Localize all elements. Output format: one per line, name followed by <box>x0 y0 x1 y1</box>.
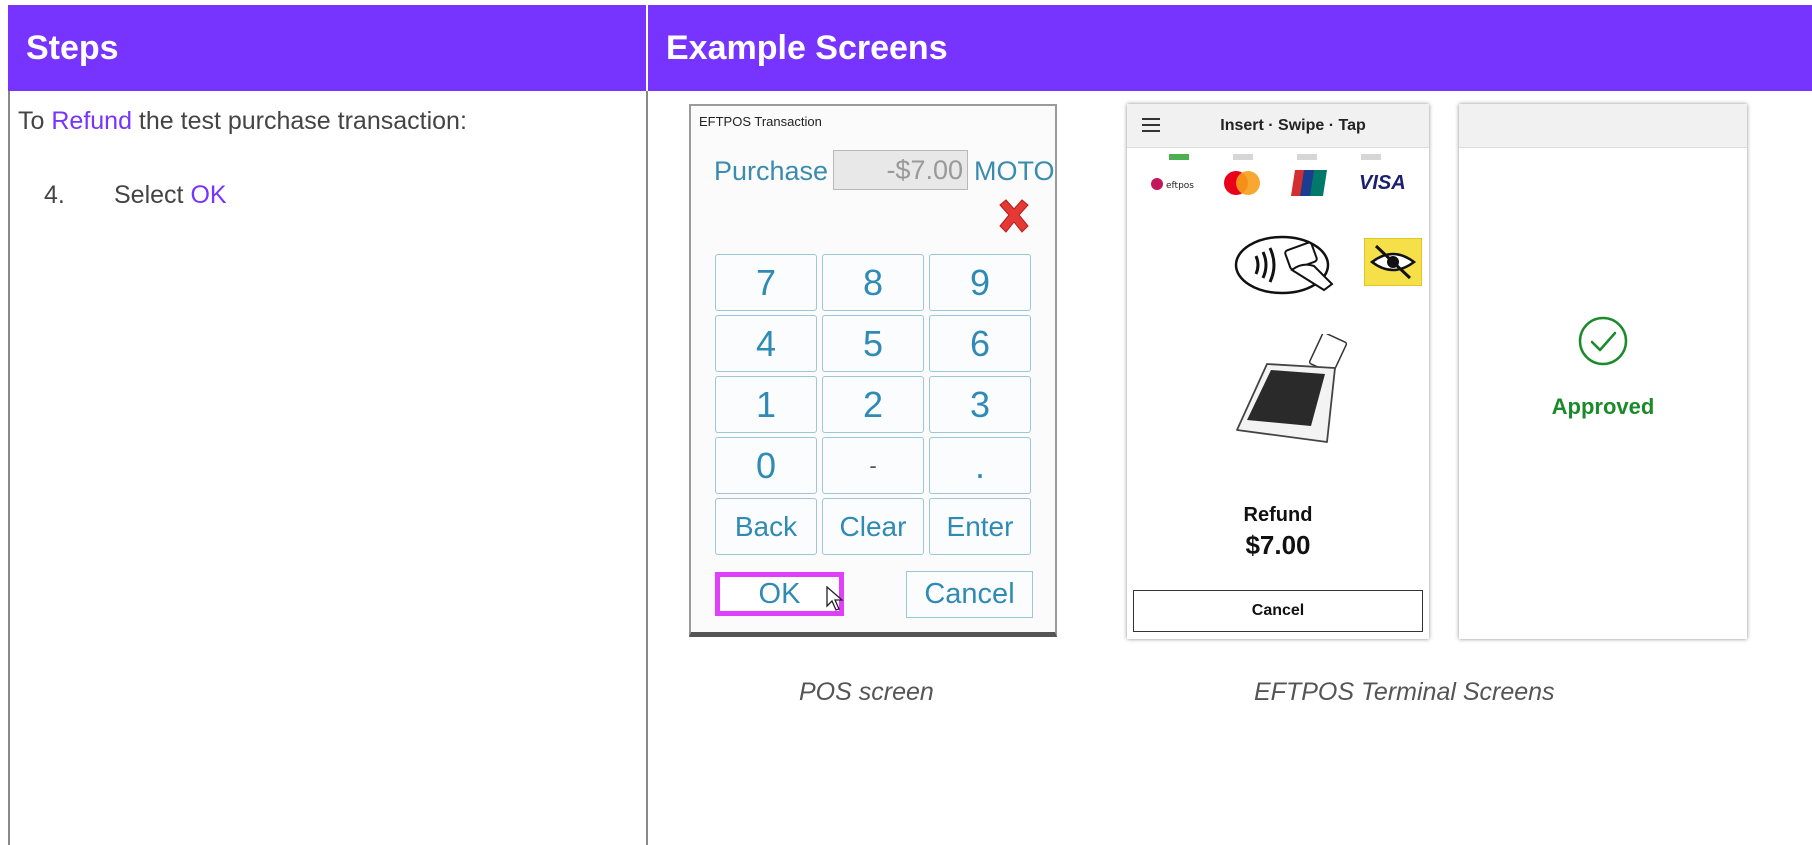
purchase-label: Purchase <box>714 156 829 186</box>
refund-link[interactable]: Refund <box>51 107 132 135</box>
amount-field[interactable]: -$7.00 <box>833 150 968 190</box>
steps-header: Steps <box>8 5 646 91</box>
refund-label: Refund <box>1243 504 1313 526</box>
keypad-key-clear[interactable]: Clear <box>822 498 924 555</box>
step-prefix: Select <box>114 181 191 209</box>
card-indicator-unionpay <box>1297 154 1317 160</box>
terminal-approved-screen: Approved <box>1459 104 1747 639</box>
intro-prefix: To <box>18 107 52 135</box>
card-indicator-mastercard <box>1233 154 1253 160</box>
card-indicator-visa <box>1361 154 1381 160</box>
keypad-key-9[interactable]: 9 <box>929 254 1031 311</box>
keypad-key-enter[interactable]: Enter <box>929 498 1031 555</box>
keypad-key-2[interactable]: 2 <box>822 376 924 433</box>
contactless-tap-icon <box>1234 235 1334 295</box>
keypad-key-6[interactable]: 6 <box>929 315 1031 372</box>
table-column-divider <box>646 91 648 845</box>
terminal-tap-screen: Insert · Swipe · Tap eftpos VISA Refund … <box>1127 104 1429 639</box>
step-number: 4. <box>44 181 65 209</box>
keypad-key-decimal[interactable]: . <box>929 437 1031 494</box>
keypad-key-7[interactable]: 7 <box>715 254 817 311</box>
ok-link[interactable]: OK <box>190 181 226 209</box>
pos-screen-caption: POS screen <box>799 678 934 706</box>
mouse-cursor-icon <box>826 586 844 611</box>
pos-window-title: EFTPOS Transaction <box>699 114 822 129</box>
keypad-key-minus[interactable]: - <box>822 437 924 494</box>
step-intro: To Refund the test purchase transaction: <box>18 107 467 136</box>
keypad-key-4[interactable]: 4 <box>715 315 817 372</box>
visa-logo-icon: VISA <box>1359 172 1406 194</box>
pos-cancel-button[interactable]: Cancel <box>906 571 1033 618</box>
moto-label: MOTO <box>974 156 1055 186</box>
close-icon[interactable] <box>994 196 1034 236</box>
terminal-cancel-button[interactable]: Cancel <box>1133 590 1423 632</box>
table-left-border <box>8 91 10 845</box>
card-indicator-eftpos <box>1169 154 1189 160</box>
terminal-device-icon <box>1236 334 1348 443</box>
pos-window: EFTPOS Transaction Purchase -$7.00 MOTO … <box>689 104 1057 637</box>
keypad-key-1[interactable]: 1 <box>715 376 817 433</box>
checkmark-circle-icon <box>1578 316 1628 366</box>
step-item: 4. Select OK <box>44 181 227 210</box>
mastercard-logo-icon <box>1224 171 1260 195</box>
keypad-key-5[interactable]: 5 <box>822 315 924 372</box>
keypad-key-3[interactable]: 3 <box>929 376 1031 433</box>
terminal-topbar-blank <box>1459 104 1747 148</box>
card-logos: eftpos VISA <box>1127 166 1429 202</box>
accessibility-eye-icon[interactable] <box>1364 238 1422 286</box>
terminal-title: Insert · Swipe · Tap <box>1220 117 1366 134</box>
keypad-key-0[interactable]: 0 <box>715 437 817 494</box>
approved-status: Approved <box>1551 394 1655 419</box>
unionpay-logo-icon <box>1291 170 1327 196</box>
intro-suffix: the test purchase transaction: <box>131 107 467 135</box>
refund-amount: $7.00 <box>1245 530 1311 560</box>
keypad-key-8[interactable]: 8 <box>822 254 924 311</box>
example-screens-header: Example Screens <box>648 5 1812 91</box>
terminal-screens-caption: EFTPOS Terminal Screens <box>1254 678 1555 706</box>
keypad-key-back[interactable]: Back <box>715 498 817 555</box>
eftpos-brand-text: eftpos <box>1166 181 1194 191</box>
eftpos-logo-icon: eftpos <box>1151 178 1194 191</box>
ok-button[interactable]: OK <box>715 572 844 616</box>
terminal-topbar: Insert · Swipe · Tap <box>1127 104 1429 148</box>
